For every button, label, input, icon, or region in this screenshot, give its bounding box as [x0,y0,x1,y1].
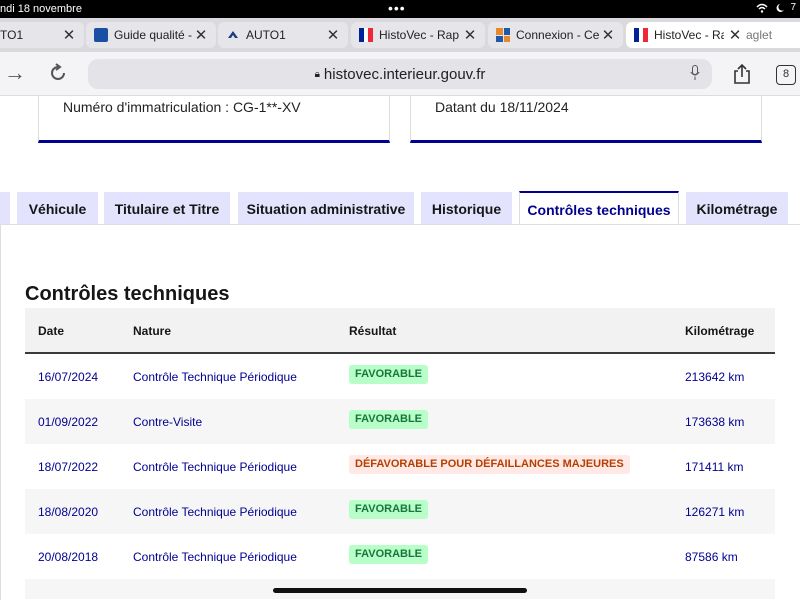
row-nature: Contre-Visite [133,415,203,429]
page-title: Contrôles techniques [25,283,230,305]
reload-icon[interactable] [47,62,69,84]
status-badge: FAVORABLE [349,500,429,519]
row-km: 87586 km [685,550,738,564]
browser-tab-title: AUTO1 [246,28,286,42]
browser-tab-6-active[interactable]: HistoVec - Rapp ✕ aglet [626,22,800,48]
url-field[interactable]: 🔒︎ histovec.interieur.gouv.fr [88,59,712,89]
browser-tab-title-suffix: aglet [746,28,773,42]
column-header-nature: Nature [133,324,172,338]
french-flag-icon [634,28,649,42]
row-date: 16/07/2024 [38,370,99,384]
section-tab-list: Véhicule Titulaire et Titre Situation ad… [0,191,800,226]
table-row: 16/07/2024 Contrôle Technique Périodique… [25,354,775,399]
browser-tab-title: HistoVec - Rap [379,28,460,42]
grid-logo-icon [496,28,510,42]
tab-titulaire[interactable]: Titulaire et Titre [104,192,230,225]
row-km: 173638 km [685,415,745,429]
row-date: 18/08/2020 [38,505,99,519]
row-nature: Contrôle Technique Périodique [133,550,297,564]
doc-icon [94,28,108,42]
home-indicator[interactable] [273,588,527,593]
url-text: histovec.interieur.gouv.fr [323,65,486,83]
browser-tab-title: TO1 [0,28,24,42]
registration-card: Numéro d'immatriculation : CG-1**-XV [38,96,390,143]
table-row: 18/08/2020 Contrôle Technique Périodique… [25,489,775,534]
report-date: Datant du 18/11/2024 [435,99,569,115]
moon-icon [776,3,785,12]
share-icon[interactable] [731,63,753,85]
table-header: Date Nature Résultat Kilométrage [25,308,775,354]
tab-partial[interactable] [0,192,10,225]
column-header-date: Date [38,324,65,338]
tab-overview-button[interactable]: 8 [776,65,796,85]
registration-number: Numéro d'immatriculation : CG-1**-XV [63,99,301,115]
browser-tab-2[interactable]: Guide qualité - ✕ [86,22,216,48]
row-date: 18/07/2022 [38,460,99,474]
tab-historique[interactable]: Historique [421,192,512,225]
row-km: 171411 km [685,460,744,474]
battery-level: 7 [790,2,796,13]
controles-table: Date Nature Résultat Kilométrage 16/07/2… [25,308,775,599]
row-date: 01/09/2022 [38,415,99,429]
browser-tab-title: HistoVec - Rapp [654,28,724,42]
row-nature: Contrôle Technique Périodique [133,460,297,474]
close-icon[interactable]: ✕ [461,26,479,44]
close-icon[interactable]: ✕ [599,26,617,44]
row-nature: Contrôle Technique Périodique [133,370,297,384]
tab-controles-techniques[interactable]: Contrôles techniques [519,191,679,226]
address-toolbar: → 🔒︎ histovec.interieur.gouv.fr 8 [0,52,800,96]
status-bar: ndi 18 novembre ••• 7 [0,0,800,18]
table-row: 01/09/2022 Contre-Visite FAVORABLE 17363… [25,399,775,444]
row-km: 213642 km [685,370,745,384]
browser-tab-1[interactable]: TO1 ✕ [0,22,84,48]
lock-icon: 🔒︎ [314,68,320,80]
close-icon[interactable]: ✕ [192,26,210,44]
close-icon[interactable]: ✕ [60,26,78,44]
auto1-logo-icon [228,31,238,38]
row-nature: Contrôle Technique Périodique [133,505,297,519]
french-flag-icon [359,28,374,42]
microphone-icon[interactable] [690,65,700,81]
wifi-icon [756,3,768,13]
table-row: 18/07/2022 Contrôle Technique Périodique… [25,444,775,489]
browser-tab-5[interactable]: Connexion - Ce ✕ [488,22,623,48]
report-date-card: Datant du 18/11/2024 [410,96,762,143]
browser-tab-title: Guide qualité - [114,28,192,42]
row-km: 126271 km [685,505,745,519]
tab-situation-administrative[interactable]: Situation administrative [238,192,414,225]
tab-kilometrage[interactable]: Kilométrage [686,192,788,225]
close-icon[interactable]: ✕ [726,26,744,44]
browser-tab-3[interactable]: AUTO1 ✕ [218,22,348,48]
table-row: 20/08/2018 Contrôle Technique Périodique… [25,534,775,579]
multitasking-dots-icon[interactable]: ••• [388,1,406,15]
browser-tab-title: Connexion - Ce [516,28,599,42]
tab-vehicule[interactable]: Véhicule [17,192,98,225]
close-icon[interactable]: ✕ [324,26,342,44]
browser-tab-bar: TO1 ✕ Guide qualité - ✕ AUTO1 ✕ HistoVec… [0,18,800,52]
column-header-km: Kilométrage [685,324,755,338]
status-badge: FAVORABLE [349,545,429,564]
status-badge: DÉFAVORABLE POUR DÉFAILLANCES MAJEURES [349,455,630,474]
browser-tab-4[interactable]: HistoVec - Rap ✕ [351,22,485,48]
forward-arrow-icon[interactable]: → [4,62,26,84]
status-date: ndi 18 novembre [0,3,82,15]
row-date: 20/08/2018 [38,550,99,564]
status-indicators: 7 [756,2,796,13]
status-badge: FAVORABLE [349,365,429,384]
column-header-result: Résultat [349,324,397,338]
status-badge: FAVORABLE [349,410,429,429]
